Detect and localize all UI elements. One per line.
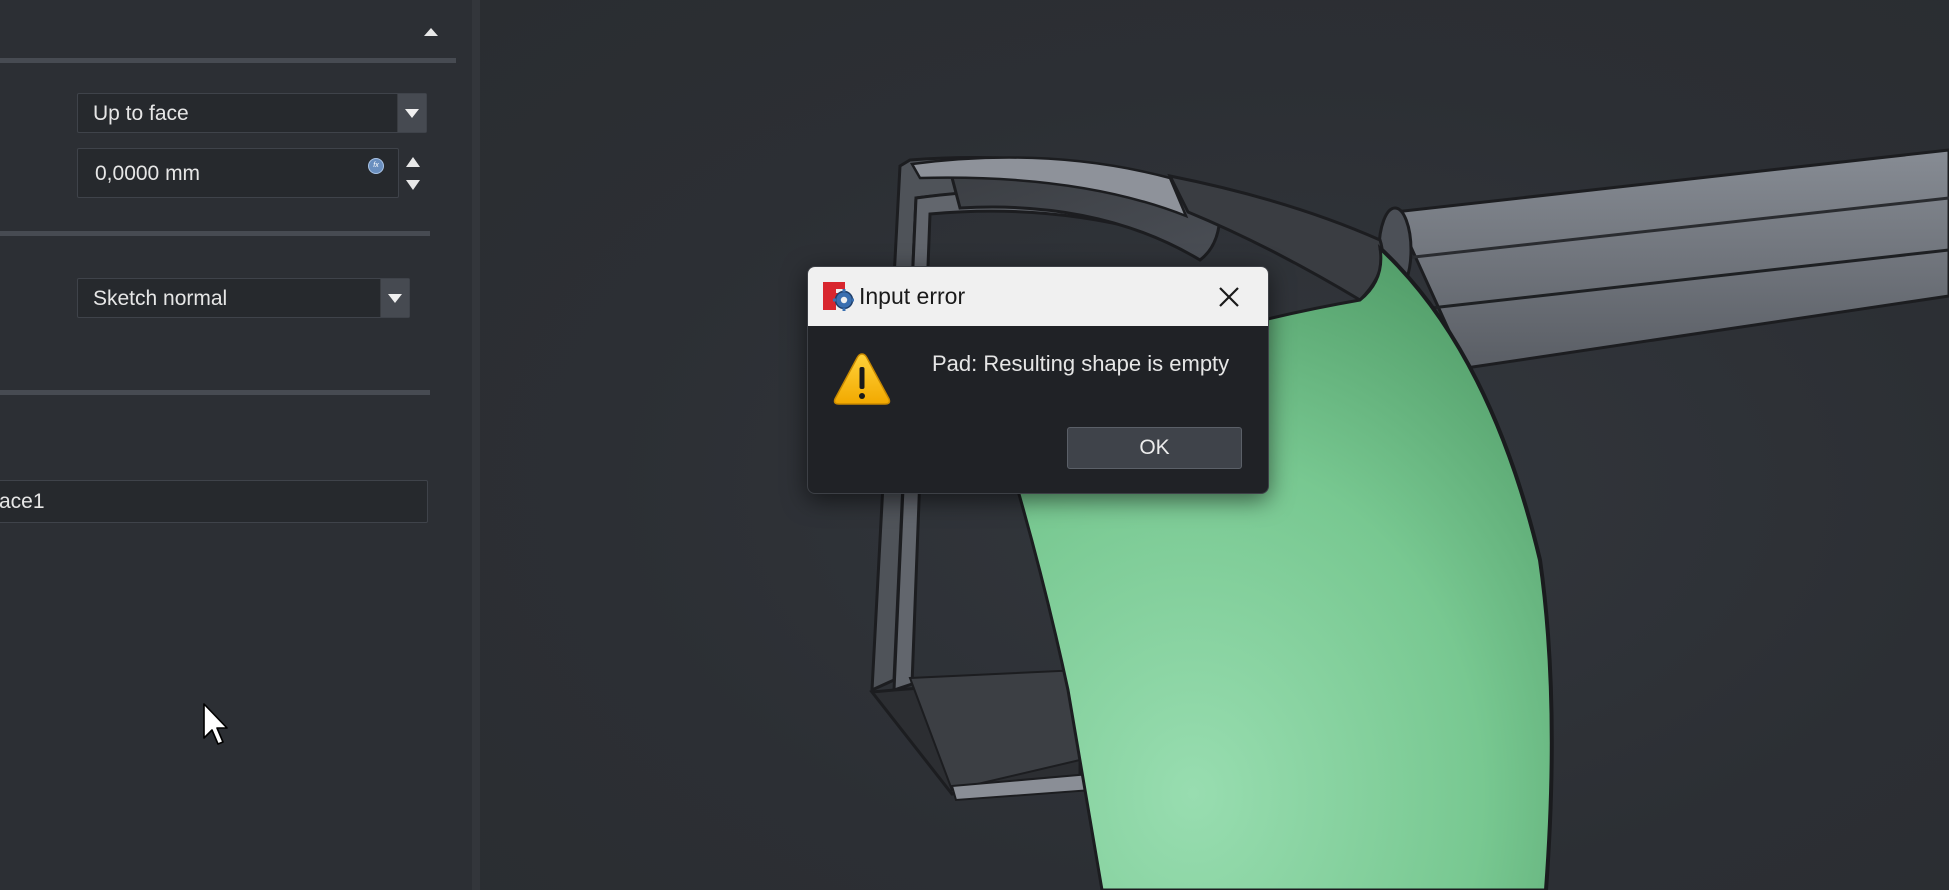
section-separator xyxy=(0,390,430,395)
section-separator xyxy=(0,231,430,236)
length-input[interactable]: 0,0000 mm fx xyxy=(77,148,399,198)
spin-up-icon[interactable] xyxy=(406,157,420,167)
dialog-titlebar[interactable]: Input error xyxy=(808,267,1268,326)
length-spinner[interactable] xyxy=(399,148,427,198)
type-combo-value: Up to face xyxy=(93,102,189,125)
panel-splitter[interactable] xyxy=(472,0,480,890)
close-icon[interactable] xyxy=(1210,278,1248,316)
freecad-app-icon xyxy=(823,282,854,311)
mouse-cursor-icon xyxy=(203,703,228,745)
task-panel: Up to face 0,0000 mm fx Sketch normal ac… xyxy=(0,0,472,890)
cylinder-bar xyxy=(1377,148,1949,370)
length-value: 0,0000 mm xyxy=(95,162,201,185)
input-error-dialog: Input error Pad: Resulting shape is empt… xyxy=(807,266,1269,494)
direction-combo-value: Sketch normal xyxy=(93,287,228,310)
face-reference-value: ace1 xyxy=(0,490,45,513)
section-separator xyxy=(0,58,456,63)
expression-icon[interactable]: fx xyxy=(368,158,384,174)
warning-icon xyxy=(833,353,891,405)
error-message: Pad: Resulting shape is empty xyxy=(932,351,1230,376)
face-reference-input[interactable]: ace1 xyxy=(0,480,428,523)
dialog-title: Input error xyxy=(859,283,966,309)
chevron-down-icon[interactable] xyxy=(380,279,409,317)
spin-down-icon[interactable] xyxy=(406,180,420,190)
ok-button[interactable]: OK xyxy=(1067,427,1242,469)
type-combo[interactable]: Up to face xyxy=(77,93,427,133)
chevron-down-icon[interactable] xyxy=(397,94,426,132)
collapse-section-icon[interactable] xyxy=(424,28,438,36)
direction-combo[interactable]: Sketch normal xyxy=(77,278,410,318)
